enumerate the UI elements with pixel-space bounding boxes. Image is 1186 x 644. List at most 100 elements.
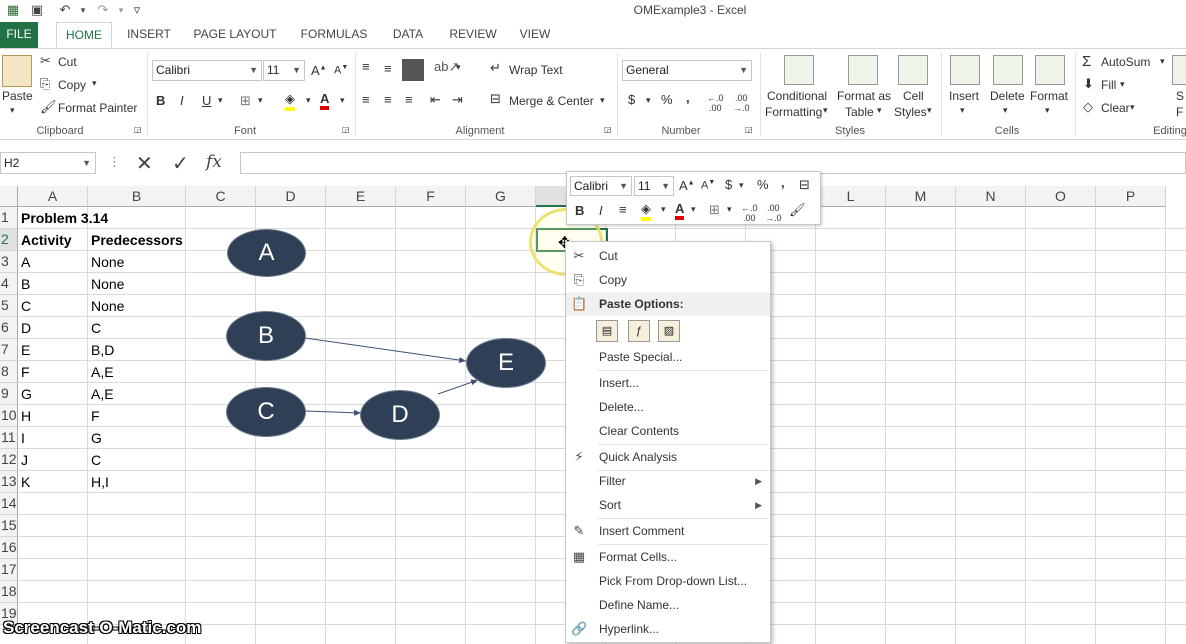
mini-fill-color-icon[interactable]: ◈ — [641, 201, 651, 221]
paste-formulas-icon[interactable]: ƒ — [628, 320, 650, 342]
autosum-dropdown-icon[interactable]: ▾ — [1160, 56, 1165, 67]
decrease-indent-icon[interactable]: ⇤ — [430, 92, 441, 108]
clear-icon[interactable]: ◇ — [1083, 99, 1093, 115]
merge-center-button[interactable]: Merge & Center — [509, 94, 594, 108]
tab-view[interactable]: VIEW — [512, 22, 558, 48]
copy-dropdown-icon[interactable]: ▾ — [92, 78, 97, 89]
menu-item-define-name[interactable]: Define Name... — [566, 593, 770, 617]
confirm-entry-icon[interactable]: ✓ — [172, 151, 189, 176]
paste-button[interactable]: Paste — [2, 89, 33, 103]
align-bottom-icon[interactable] — [402, 59, 424, 81]
fill-button[interactable]: Fill — [1101, 78, 1116, 92]
fill-color-icon[interactable]: ◈ — [285, 91, 295, 111]
percent-button[interactable]: % — [661, 92, 673, 107]
menu-item-clear-contents[interactable]: Clear Contents — [566, 419, 770, 443]
mini-borders-icon[interactable]: ⊞ — [709, 202, 720, 218]
conditional-formatting-icon[interactable] — [784, 55, 814, 85]
clear-dropdown-icon[interactable]: ▾ — [1130, 102, 1135, 113]
merge-dropdown-icon[interactable]: ▾ — [600, 95, 605, 106]
node-d[interactable]: D — [360, 390, 440, 440]
autosum-button[interactable]: AutoSum — [1101, 55, 1150, 69]
paste-picture-icon[interactable]: ▨ — [658, 320, 680, 342]
mini-fill-dropdown-icon[interactable]: ▾ — [661, 204, 666, 215]
menu-item-paste-special[interactable]: Paste Special... — [566, 345, 770, 369]
mini-format-table-icon[interactable]: ⊟ — [799, 177, 810, 193]
format-as-table-dropdown-icon[interactable]: ▾ — [877, 105, 882, 116]
align-left-icon[interactable]: ≡ — [362, 92, 370, 107]
format-cells-dropdown-icon[interactable]: ▾ — [1045, 105, 1050, 116]
font-size-combo[interactable]: 11 ▼ — [263, 60, 305, 81]
bold-button[interactable]: B — [156, 93, 165, 108]
mini-comma-button[interactable]: , — [781, 175, 785, 190]
delete-cells-button[interactable]: Delete — [990, 89, 1025, 103]
conditional-dropdown-icon[interactable]: ▾ — [823, 105, 828, 116]
number-format-combo[interactable]: General ▼ — [622, 60, 752, 81]
format-painter-icon[interactable]: 🖌 — [40, 99, 57, 115]
node-b[interactable]: B — [226, 311, 306, 361]
format-cells-button[interactable]: Format — [1030, 89, 1068, 103]
mini-decrease-decimal-icon[interactable]: .00 →.0 — [765, 203, 782, 223]
name-box[interactable]: H2 ▼ — [0, 152, 96, 174]
menu-item-sort[interactable]: Sort ▶ — [566, 493, 770, 517]
mini-currency-button[interactable]: $ — [725, 177, 732, 192]
wrap-text-icon[interactable]: ↵ — [490, 60, 501, 76]
font-color-dropdown-icon[interactable]: ▾ — [340, 95, 345, 106]
comma-button[interactable]: , — [686, 90, 690, 105]
decrease-decimal-icon[interactable]: .00 →.0 — [733, 93, 750, 113]
borders-icon[interactable]: ⊞ — [240, 93, 251, 109]
paste-icon[interactable]: ▤ — [596, 320, 618, 342]
autosum-icon[interactable]: Σ — [1082, 53, 1091, 70]
increase-font-icon[interactable]: A▲ — [311, 63, 327, 78]
mini-increase-font-icon[interactable]: A▲ — [679, 178, 695, 193]
node-c[interactable]: C — [226, 387, 306, 437]
conditional-formatting-button[interactable]: Conditional — [767, 89, 827, 103]
mini-bold-button[interactable]: B — [575, 203, 584, 218]
tab-data[interactable]: DATA — [384, 22, 432, 48]
menu-item-filter[interactable]: Filter ▶ — [566, 469, 770, 493]
delete-cells-dropdown-icon[interactable]: ▾ — [1003, 105, 1008, 116]
tab-insert[interactable]: INSERT — [122, 22, 176, 48]
merge-center-icon[interactable]: ⊟ — [490, 91, 501, 107]
node-a[interactable]: A — [227, 229, 306, 277]
insert-cells-button[interactable]: Insert — [949, 89, 979, 103]
menu-item-cut[interactable]: ✂ Cut — [566, 244, 770, 268]
currency-button[interactable]: $ — [628, 92, 635, 107]
mini-italic-button[interactable]: I — [599, 203, 603, 218]
cell-styles-icon[interactable] — [898, 55, 928, 85]
italic-button[interactable]: I — [180, 93, 184, 108]
copy-button[interactable]: Copy — [58, 78, 86, 92]
mini-percent-button[interactable]: % — [757, 177, 769, 192]
underline-button[interactable]: U — [202, 93, 211, 108]
currency-dropdown-icon[interactable]: ▾ — [646, 95, 651, 106]
mini-font-color-icon[interactable]: A — [675, 201, 685, 220]
fill-color-dropdown-icon[interactable]: ▾ — [306, 95, 311, 106]
mini-size-combo[interactable]: 11 ▼ — [634, 176, 674, 196]
increase-decimal-icon[interactable]: ←.0.00 — [707, 93, 724, 113]
cancel-entry-icon[interactable]: ✕ — [136, 151, 153, 176]
insert-function-icon[interactable]: fx — [206, 152, 222, 172]
orientation-dropdown-icon[interactable]: ▾ — [456, 62, 461, 73]
excel-icon[interactable]: ▦ — [4, 2, 22, 18]
font-color-icon[interactable]: A — [320, 91, 330, 110]
copy-icon[interactable]: ⎘ — [40, 76, 50, 92]
font-launcher-icon[interactable]: ◲ — [342, 125, 350, 134]
mini-increase-decimal-icon[interactable]: ←.0.00 — [741, 203, 758, 223]
align-right-icon[interactable]: ≡ — [405, 92, 413, 107]
sort-filter-icon[interactable] — [1172, 55, 1186, 85]
paste-dropdown-icon[interactable]: ▾ — [10, 105, 15, 116]
menu-item-insert-comment[interactable]: ✎ Insert Comment — [566, 519, 770, 543]
align-middle-icon[interactable]: ≡ — [384, 61, 392, 76]
wrap-text-button[interactable]: Wrap Text — [509, 63, 563, 77]
menu-item-quick-analysis[interactable]: ⚡ Quick Analysis — [566, 445, 770, 469]
fill-icon[interactable]: ⬇ — [1083, 76, 1094, 92]
tab-home[interactable]: HOME — [56, 22, 112, 48]
menu-item-copy[interactable]: ⎘ Copy — [566, 268, 770, 292]
underline-dropdown-icon[interactable]: ▾ — [218, 95, 223, 106]
cell-styles-button[interactable]: Cell — [903, 89, 924, 103]
borders-dropdown-icon[interactable]: ▾ — [258, 95, 263, 106]
customize-qat-icon[interactable]: ▿ — [128, 2, 146, 18]
mini-borders-dropdown-icon[interactable]: ▾ — [727, 204, 732, 215]
redo-icon[interactable]: ↷ — [94, 2, 112, 18]
mini-font-combo[interactable]: Calibri ▼ — [570, 176, 632, 196]
cut-button[interactable]: Cut — [58, 55, 77, 69]
